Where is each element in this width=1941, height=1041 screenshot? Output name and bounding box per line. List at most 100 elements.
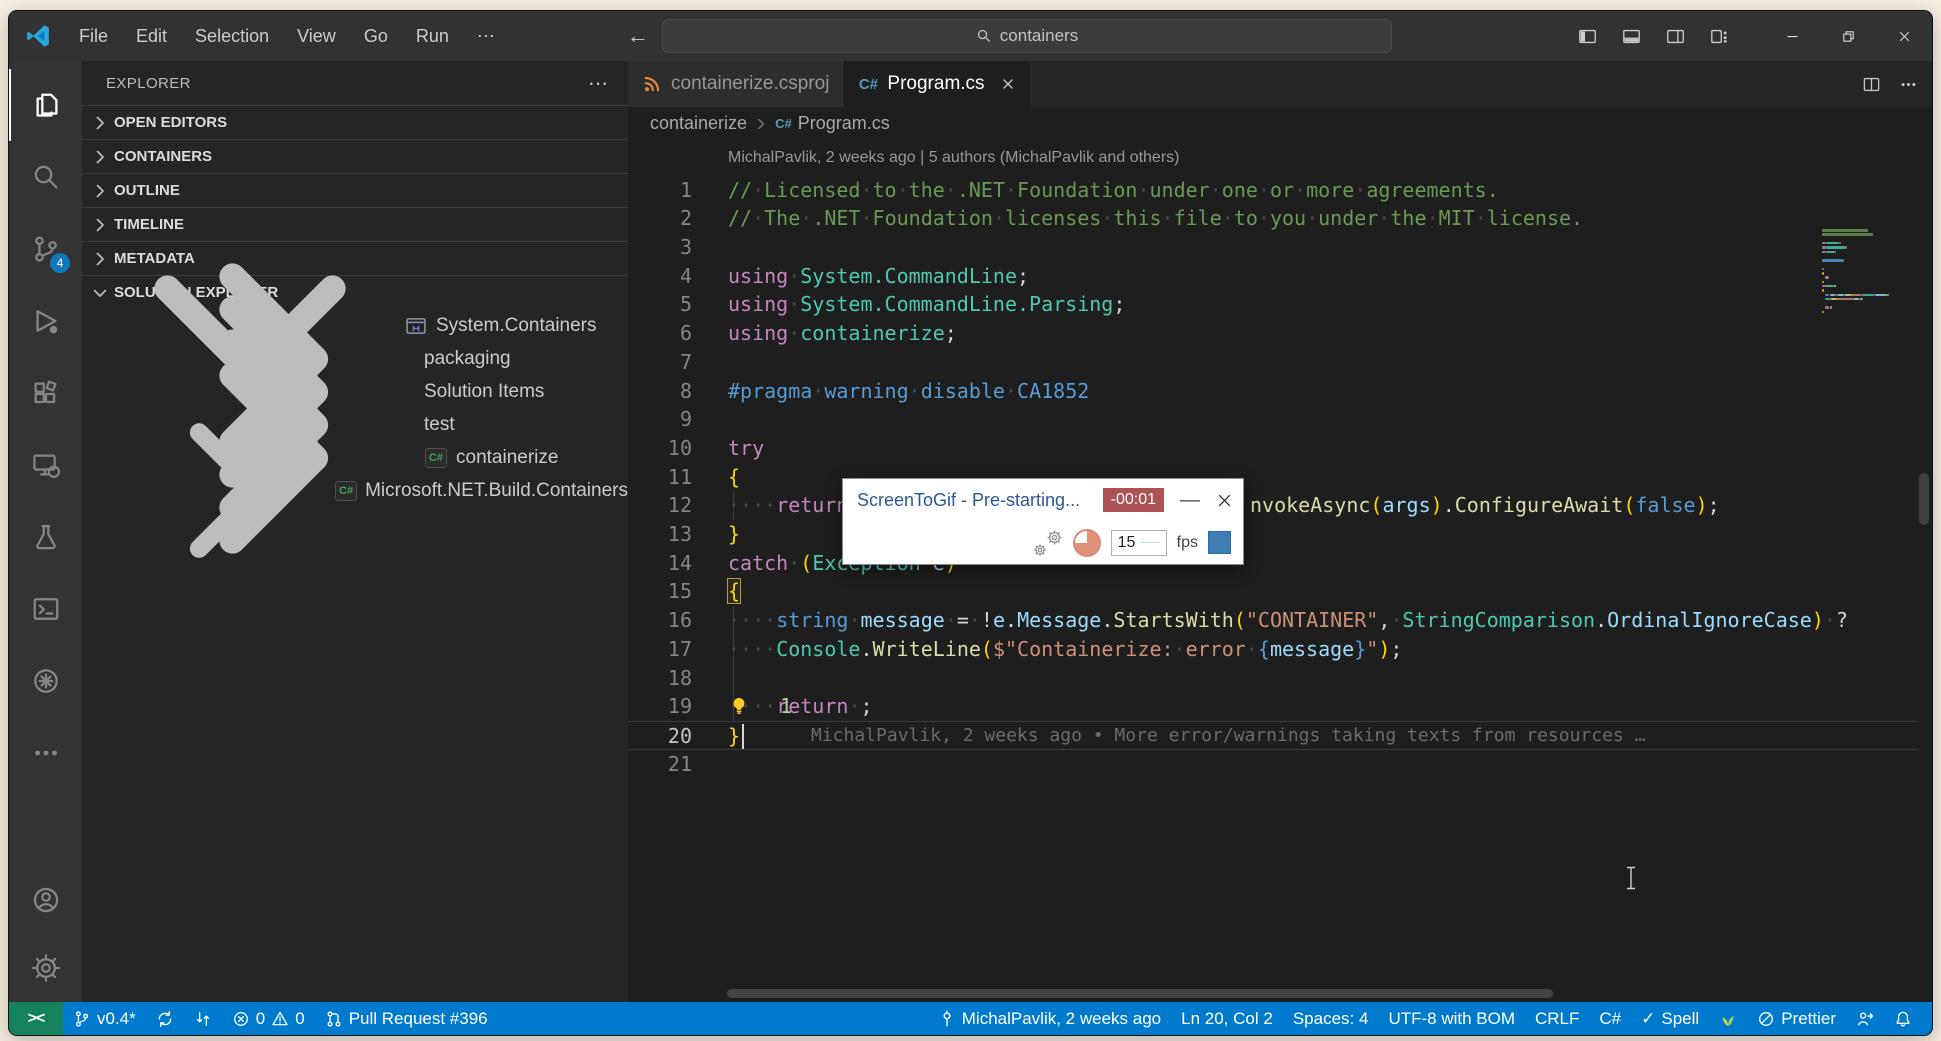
code-line-18[interactable]: 18 <box>628 664 1918 693</box>
menu-file[interactable]: File <box>67 21 120 52</box>
section-open-editors[interactable]: OPEN EDITORS <box>82 105 628 139</box>
code-line-4[interactable]: 4using·System.CommandLine; <box>628 262 1918 291</box>
code-line-14[interactable]: 14catch·(Exception·e) <box>628 549 1918 578</box>
command-center-search[interactable]: containers <box>662 19 1392 53</box>
menu-[interactable]: ⋯ <box>465 21 507 52</box>
activity-search[interactable] <box>9 141 82 213</box>
code-line-1[interactable]: 1//·Licensed·to·the·.NET·Foundation·unde… <box>628 176 1918 205</box>
line-number: 17 <box>636 635 692 664</box>
chevR-icon <box>120 385 331 596</box>
mouse-cursor <box>1625 866 1637 890</box>
status-git-compare[interactable] <box>184 1002 222 1035</box>
screentogif-minimize-button[interactable]: — <box>1174 489 1206 512</box>
back-button[interactable]: ← <box>627 23 649 49</box>
activity-extension-circle[interactable] <box>9 645 82 717</box>
status-indentation[interactable]: Spaces: 4 <box>1283 1002 1379 1035</box>
code-line-7[interactable]: 7 <box>628 348 1918 377</box>
code-line-21[interactable]: 21 <box>628 750 1918 779</box>
code-line-16[interactable]: 16····string·message·=·!e.Message.Starts… <box>628 606 1918 635</box>
code-line-15[interactable]: 15{ <box>628 577 1918 606</box>
code-tail: nvokeAsync(args).ConfigureAwait(false); <box>1250 491 1720 520</box>
activity-accounts[interactable] <box>9 866 82 934</box>
status-prettier[interactable]: Prettier <box>1747 1002 1846 1035</box>
code-line-9[interactable]: 9 <box>628 405 1918 434</box>
title-bar: FileEditSelectionViewGoRun⋯ ← → containe… <box>9 11 1932 61</box>
monitor-icon <box>31 450 61 480</box>
status-encoding[interactable]: UTF-8 with BOM <box>1378 1002 1525 1035</box>
activity-source-control[interactable]: 4 <box>9 213 82 285</box>
activity-testing[interactable] <box>9 501 82 573</box>
status-sync[interactable] <box>146 1002 184 1035</box>
activity-remote-explorer[interactable] <box>9 429 82 501</box>
remote-indicator[interactable]: >< <box>9 1002 63 1035</box>
menu-edit[interactable]: Edit <box>124 21 179 52</box>
split-editor-button[interactable] <box>1862 75 1881 94</box>
code-line-12[interactable]: 12····returnnvokeAsync(args).ConfigureAw… <box>628 491 1918 520</box>
restore-button[interactable] <box>1820 11 1876 61</box>
menu-go[interactable]: Go <box>352 21 400 52</box>
minimap[interactable] <box>1822 225 1914 385</box>
code-line-8[interactable]: 8#pragma·warning·disable·CA1852 <box>628 377 1918 406</box>
screenshot-root: { "titlebar": { "menus": ["File", "Edit"… <box>0 0 1941 1041</box>
status-notifications[interactable] <box>1884 1002 1922 1035</box>
toggle-secondary-sidebar-button[interactable] <box>1658 19 1692 53</box>
solution-explorer-tree: System.ContainerspackagingSolution Items… <box>82 309 628 507</box>
breadcrumb: containerizeC#Program.cs <box>628 107 1932 140</box>
csharp-project-icon: C# <box>335 480 357 502</box>
status-pull-request[interactable]: Pull Request #396 <box>315 1002 498 1035</box>
menu-selection[interactable]: Selection <box>183 21 281 52</box>
code-area: MichalPavlik, 2 weeks ago | 5 authors (M… <box>628 140 1932 1002</box>
close-tab-icon[interactable] <box>1000 76 1016 92</box>
status-cursor-position[interactable]: Ln 20, Col 2 <box>1171 1002 1283 1035</box>
status-spell[interactable]: ✓Spell <box>1631 1002 1709 1035</box>
codelens-authors[interactable]: MichalPavlik, 2 weeks ago | 5 authors (M… <box>728 149 1179 167</box>
screentogif-close-button[interactable] <box>1216 492 1233 509</box>
activity-panel-terminal[interactable] <box>9 573 82 645</box>
status-feedback[interactable] <box>1846 1002 1884 1035</box>
menu-view[interactable]: View <box>285 21 348 52</box>
fps-input[interactable]: 15 <box>1111 530 1167 556</box>
record-region-button[interactable] <box>1208 531 1231 554</box>
activity-more-views[interactable] <box>9 717 82 789</box>
code-line-10[interactable]: 10try <box>628 434 1918 463</box>
close-window-button[interactable] <box>1876 11 1932 61</box>
errorc-icon <box>232 1010 250 1028</box>
code-line-3[interactable]: 3 <box>628 233 1918 262</box>
horizontal-scrollbar[interactable] <box>727 989 1553 998</box>
customize-layout-button[interactable] <box>1702 19 1736 53</box>
toggle-panel-button[interactable] <box>1614 19 1648 53</box>
code-line-2[interactable]: 2//·The·.NET·Foundation·licenses·this·fi… <box>628 204 1918 233</box>
breadcrumb-item[interactable]: containerize <box>650 113 747 134</box>
activity-extensions[interactable] <box>9 357 82 429</box>
code-line-20[interactable]: 20}MichalPavlik, 2 weeks ago • More erro… <box>628 721 1918 750</box>
sidebar-more-actions-button[interactable]: ⋯ <box>588 71 610 96</box>
code-line-6[interactable]: 6using·containerize; <box>628 319 1918 348</box>
status-language[interactable]: C# <box>1589 1002 1631 1035</box>
code-line-19[interactable]: 19····return·1; <box>628 692 1918 721</box>
menu-run[interactable]: Run <box>404 21 461 52</box>
code-line-5[interactable]: 5using·System.CommandLine.Parsing; <box>628 290 1918 319</box>
code-line-13[interactable]: 13} <box>628 520 1918 549</box>
activity-explorer[interactable] <box>9 69 82 141</box>
code-line-11[interactable]: 11{ <box>628 463 1918 492</box>
status-plant[interactable] <box>1709 1002 1747 1035</box>
minimize-button[interactable] <box>1764 11 1820 61</box>
tab-program-cs[interactable]: C#Program.cs <box>844 61 1029 107</box>
toggle-primary-sidebar-button[interactable] <box>1570 19 1604 53</box>
vertical-scrollbar[interactable] <box>1919 473 1929 525</box>
activity-settings[interactable] <box>9 934 82 1002</box>
code-line-17[interactable]: 17····Console.WriteLine($"Containerize:·… <box>628 635 1918 664</box>
editor-more-actions-button[interactable] <box>1899 75 1918 94</box>
section-containers[interactable]: CONTAINERS <box>82 139 628 173</box>
line-number: 9 <box>636 405 692 434</box>
status-branch[interactable]: v0.4* <box>63 1002 146 1035</box>
status-problems[interactable]: 00 <box>222 1002 315 1035</box>
breadcrumb-item[interactable]: Program.cs <box>798 113 890 134</box>
status-eol[interactable]: CRLF <box>1525 1002 1589 1035</box>
fps-label: fps <box>1177 534 1198 552</box>
status-blame-author[interactable]: MichalPavlik, 2 weeks ago <box>928 1002 1171 1035</box>
screentogif-settings-icon[interactable] <box>1033 529 1063 557</box>
tab-containerize-csproj[interactable]: containerize.csproj <box>628 61 844 107</box>
activity-run-debug[interactable] <box>9 285 82 357</box>
lightbulb-icon[interactable] <box>729 696 749 716</box>
